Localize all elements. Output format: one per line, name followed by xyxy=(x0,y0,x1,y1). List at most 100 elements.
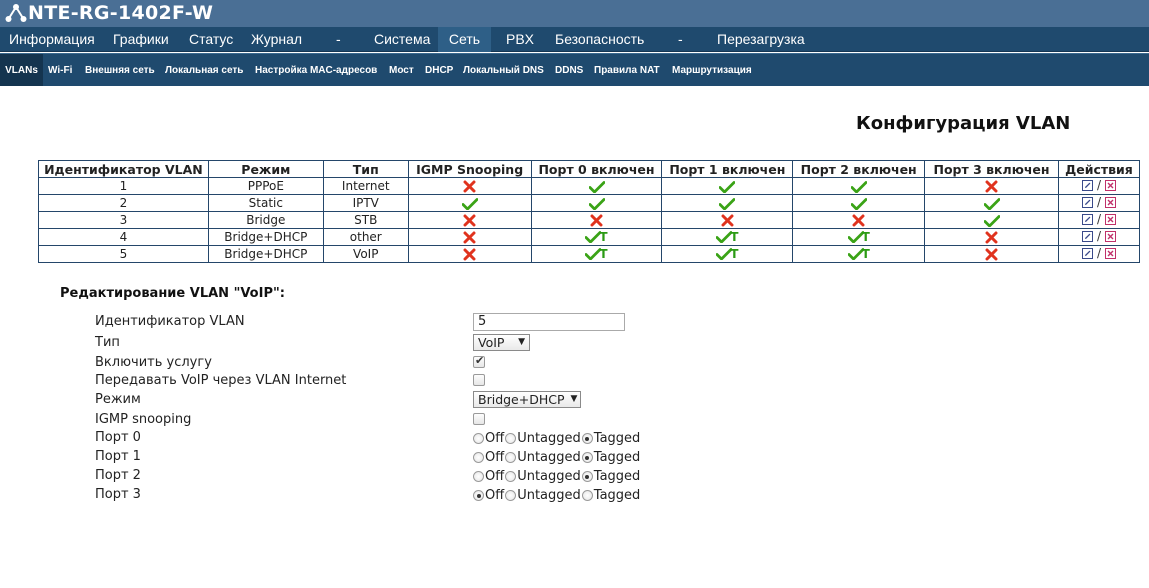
port-1-cell: T xyxy=(661,228,794,246)
tab-wifi[interactable]: Wi-Fi xyxy=(48,54,72,86)
type-cell: IPTV xyxy=(322,194,409,212)
menu-status[interactable]: Статус xyxy=(180,27,242,52)
actions-cell: / xyxy=(1057,194,1141,212)
port-0-cell: T xyxy=(530,228,663,246)
port-3-radio-untagged[interactable] xyxy=(505,490,517,501)
port-3-cell xyxy=(924,211,1059,229)
port-3-radio-group: Off Untagged Tagged xyxy=(473,488,641,503)
port-3-cell xyxy=(924,228,1059,246)
port-2-cell: T xyxy=(792,228,926,246)
port-2-radio-off[interactable] xyxy=(473,471,484,482)
tab-routing[interactable]: Маршрутизация xyxy=(672,54,752,86)
cross-icon xyxy=(463,214,476,227)
column-header: Порт 3 включен xyxy=(924,160,1059,178)
column-header: Действия xyxy=(1057,160,1141,178)
actions-cell: / xyxy=(1057,245,1141,263)
tab-ddns[interactable]: DDNS xyxy=(555,54,583,86)
port-1-cell xyxy=(661,194,794,212)
tagged-indicator: T xyxy=(730,230,739,245)
type-cell: other xyxy=(322,228,409,246)
mode-cell: PPPoE xyxy=(207,177,324,195)
radio-label: Tagged xyxy=(593,450,641,465)
menu-graphs[interactable]: Графики xyxy=(104,27,178,52)
delete-icon[interactable] xyxy=(1105,247,1116,259)
column-header: Идентификатор VLAN xyxy=(38,160,209,178)
menu-reboot[interactable]: Перезагрузка xyxy=(708,27,814,52)
port-0-radio-group: Off Untagged Tagged xyxy=(473,431,641,446)
port-2-radio-untagged[interactable] xyxy=(505,471,517,482)
table-row: 5 Bridge+DHCP VoIP T T T / xyxy=(38,245,1141,263)
port-0-radio-off[interactable] xyxy=(473,433,484,444)
igmp-cell xyxy=(407,245,532,263)
igmp-checkbox[interactable] xyxy=(473,413,485,425)
port-3-radio-off[interactable] xyxy=(473,490,484,501)
vlan-table: Идентификатор VLAN Режим Тип IGMP Snoopi… xyxy=(38,160,1141,263)
enable-service-checkbox[interactable] xyxy=(473,354,485,368)
mode-cell: Bridge xyxy=(207,211,324,229)
vlan-id-input[interactable]: 5 xyxy=(473,313,625,331)
port-2-radio-tagged[interactable] xyxy=(581,471,593,482)
type-cell: Internet xyxy=(322,177,409,195)
port-3-cell xyxy=(924,194,1059,212)
edit-icon[interactable] xyxy=(1081,179,1093,191)
port-2-radio-group: Off Untagged Tagged xyxy=(473,469,641,484)
menu-pbx[interactable]: PBX xyxy=(497,27,543,52)
port-0-cell xyxy=(530,211,663,229)
tab-nat-rules[interactable]: Правила NAT xyxy=(594,54,660,86)
port-1-cell xyxy=(661,177,794,195)
tab-dhcp[interactable]: DHCP xyxy=(425,54,453,86)
action-separator: / xyxy=(1096,212,1101,227)
edit-icon[interactable] xyxy=(1081,196,1093,208)
column-header: Порт 0 включен xyxy=(530,160,663,178)
delete-icon[interactable] xyxy=(1105,179,1116,191)
port-label: Порт 1 xyxy=(95,449,141,464)
vlan-id-cell: 3 xyxy=(38,211,209,229)
action-separator: / xyxy=(1096,178,1101,193)
port-1-radio-tagged[interactable] xyxy=(581,452,593,463)
voip-via-internet-checkbox[interactable] xyxy=(473,374,485,386)
edit-section-title: Редактирование VLAN "VoIP": xyxy=(60,286,285,301)
delete-icon[interactable] xyxy=(1105,196,1116,208)
mode-select[interactable]: Bridge+DHCP ▼ xyxy=(473,391,581,408)
port-3-radio-tagged[interactable] xyxy=(581,490,593,501)
port-0-cell xyxy=(530,177,663,195)
type-cell: VoIP xyxy=(322,245,409,263)
check-icon xyxy=(983,197,1000,210)
menu-security[interactable]: Безопасность xyxy=(546,27,653,52)
menu-network[interactable]: Сеть xyxy=(438,27,491,52)
cross-icon xyxy=(721,214,734,227)
tab-local-dns[interactable]: Локальный DNS xyxy=(463,54,544,86)
mode-cell: Bridge+DHCP xyxy=(207,228,324,246)
edit-icon[interactable] xyxy=(1081,230,1093,242)
tab-vlans[interactable]: VLANs xyxy=(0,54,43,86)
delete-icon[interactable] xyxy=(1105,213,1116,225)
device-title: NTE-RG-1402F-W xyxy=(28,2,214,24)
table-row: 2 Static IPTV / xyxy=(38,194,1141,212)
port-3-cell xyxy=(924,245,1059,263)
mode-cell: Static xyxy=(207,194,324,212)
menu-system[interactable]: Система xyxy=(365,27,439,52)
tagged-indicator: T xyxy=(861,230,870,245)
voip-via-internet-label: Передавать VoIP через VLAN Internet xyxy=(95,373,347,388)
menu-info[interactable]: Информация xyxy=(0,27,104,52)
menu-log[interactable]: Журнал xyxy=(242,27,311,52)
table-row: 1 PPPoE Internet / xyxy=(38,177,1141,195)
tab-wan[interactable]: Внешняя сеть xyxy=(85,54,155,86)
edit-icon[interactable] xyxy=(1081,247,1093,259)
type-select[interactable]: VoIP ▼ xyxy=(473,334,530,351)
mode-cell: Bridge+DHCP xyxy=(207,245,324,263)
delete-icon[interactable] xyxy=(1105,230,1116,242)
tab-mac-settings[interactable]: Настройка MAC-адресов xyxy=(255,54,377,86)
dropdown-arrow-icon: ▼ xyxy=(570,394,578,404)
table-body: 1 PPPoE Internet/2 Static IPTV/3 Bridge STB/4 B… xyxy=(38,177,1141,263)
port-1-radio-untagged[interactable] xyxy=(505,452,517,463)
tab-bridge[interactable]: Мост xyxy=(389,54,414,86)
tab-lan[interactable]: Локальная сеть xyxy=(165,54,243,86)
edit-icon[interactable] xyxy=(1081,213,1093,225)
radio-label: Tagged xyxy=(593,469,641,484)
column-header: IGMP Snooping xyxy=(407,160,532,178)
port-1-radio-off[interactable] xyxy=(473,452,484,463)
column-header: Порт 2 включен xyxy=(792,160,926,178)
port-0-radio-tagged[interactable] xyxy=(581,433,593,444)
port-0-radio-untagged[interactable] xyxy=(505,433,517,444)
